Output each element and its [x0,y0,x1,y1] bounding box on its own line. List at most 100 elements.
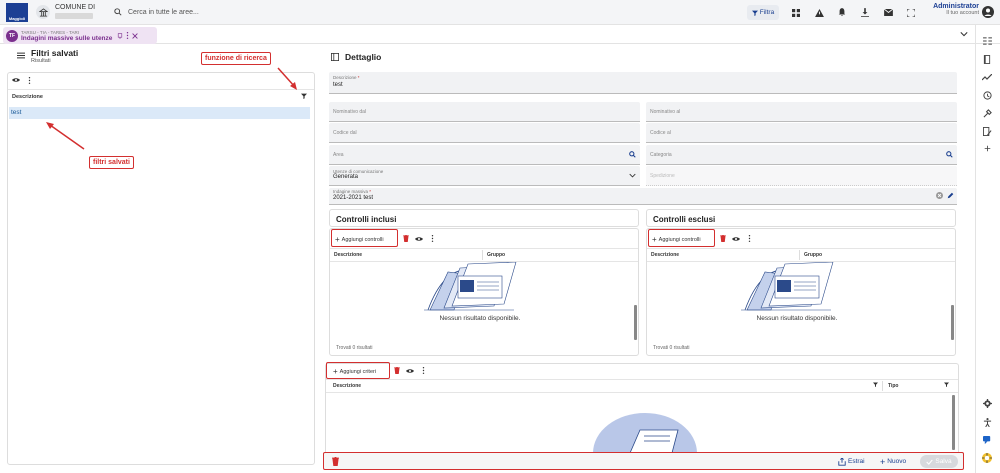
search-icon[interactable] [629,151,636,158]
column-header-gruppo[interactable]: Gruppo [804,252,822,258]
close-tab-icon[interactable] [132,32,139,39]
descrizione-label: Descrizione [333,75,357,80]
nuovo-button[interactable]: + Nuovo [880,455,906,468]
controlli-esclusi-title: Controlli esclusi [653,215,716,224]
eye-icon[interactable] [415,236,423,242]
nominativo-al-label: Nominativo al [650,109,681,115]
eye-icon[interactable] [406,368,414,374]
settings-list-icon[interactable] [980,35,994,47]
gear-icon[interactable] [980,397,994,409]
column-filter-icon[interactable] [301,93,307,99]
area-field[interactable]: Area [329,145,640,165]
filter-button[interactable]: Filtra [747,5,779,20]
add-icon[interactable] [980,142,994,154]
home-icon[interactable] [36,5,50,19]
user-name: Administrator [933,3,979,10]
categoria-label: Categoria [650,152,672,158]
check-icon [926,459,934,465]
codice-dal-field[interactable]: Codice dal [329,123,640,143]
divider [330,248,638,249]
trending-icon[interactable] [980,71,994,83]
spedizione-label: Spedizione [650,173,675,179]
global-search[interactable]: Cerca in tutte le aree... [110,4,740,20]
scrollbar[interactable] [951,305,954,340]
column-header-descrizione[interactable]: Descrizione [334,252,362,258]
column-header-descrizione[interactable]: Descrizione [333,383,361,389]
divider [326,392,958,393]
delete-icon[interactable] [720,235,726,242]
eye-icon[interactable] [732,236,740,242]
column-header-descrizione[interactable]: Descrizione [651,252,679,258]
delete-icon[interactable] [332,457,339,466]
chevron-down-icon[interactable] [960,31,968,37]
empty-message: Nessun risultato disponibile. [756,315,838,322]
edit-note-icon[interactable] [980,125,994,137]
download-icon[interactable] [857,5,873,20]
salva-button[interactable]: Salva [920,455,958,468]
column-header-gruppo[interactable]: Gruppo [487,252,505,258]
search-input[interactable]: Cerca in tutte le aree... [128,9,199,16]
results-count: Trovati 0 risultati [653,345,690,351]
scrollbar[interactable] [952,395,955,450]
descrizione-value: test [333,82,343,88]
aggiungi-criteri-button[interactable]: + Aggiungi criteri [333,367,376,376]
more-vert-icon[interactable] [422,367,425,374]
column-header-descrizione[interactable]: Descrizione [12,94,43,100]
scrollbar[interactable] [634,305,637,340]
estrai-button[interactable]: Estrai [838,455,865,468]
mail-icon[interactable] [880,5,896,20]
warning-icon[interactable] [811,5,827,20]
column-header-tipo[interactable]: Tipo [888,383,898,389]
bell-icon[interactable] [834,5,850,20]
codice-al-label: Codice al [650,130,671,136]
tools-icon[interactable] [980,107,994,119]
categoria-field[interactable]: Categoria [646,145,957,165]
org-subtitle-redacted [55,13,93,19]
chat-icon[interactable] [980,434,994,446]
aggiungi-controlli-label: Aggiungi controlli [341,236,384,243]
indagine-massiva-field[interactable]: Indagine massiva * 2021-2021 test [329,188,957,205]
table-row[interactable]: test [9,107,310,119]
help-icon[interactable] [980,452,994,464]
pin-icon[interactable] [117,32,123,39]
eye-icon[interactable] [12,77,20,83]
delete-icon[interactable] [394,367,400,374]
area-label: Area [333,152,344,158]
edit-icon[interactable] [947,192,954,199]
history-icon[interactable] [980,89,994,101]
more-vert-icon[interactable] [748,235,751,242]
account-icon[interactable] [982,6,994,18]
search-icon[interactable] [946,151,953,158]
nominativo-dal-field[interactable]: Nominativo dal [329,102,640,122]
controlli-esclusi-header: Controlli esclusi [646,209,956,227]
empty-message: Nessun risultato disponibile. [439,315,521,322]
descrizione-field[interactable]: Descrizione * test [329,72,957,94]
more-vert-icon[interactable] [28,77,31,84]
column-filter-icon[interactable] [944,382,949,387]
utenze-comunicazione-select[interactable]: Utenze di comunicazione Generata [329,166,640,186]
more-vert-icon[interactable] [431,235,434,242]
apps-grid-icon[interactable] [788,5,804,20]
org-name: COMUNE DI [55,4,96,11]
filter-icon [751,10,758,16]
list-icon[interactable] [17,52,25,59]
app-logo[interactable]: Maggioli [6,3,28,22]
accessibility-icon[interactable] [980,416,994,428]
tab-indagini-massive[interactable]: TF TARSU - TIA - TARES - TARI Indagini m… [3,27,157,44]
user-account[interactable]: Administrator Il tuo account [924,3,979,22]
delete-icon[interactable] [403,235,409,242]
aggiungi-controlli-inclusi-button[interactable]: + Aggiungi controlli [335,235,384,244]
tab-title: Indagini massive sulle utenze [21,34,113,42]
codice-al-field[interactable]: Codice al [646,123,957,143]
book-icon[interactable] [980,53,994,65]
nominativo-al-field[interactable]: Nominativo al [646,102,957,122]
annotation-funzione-di-ricerca: funzione di ricerca [201,52,271,65]
nuovo-label: Nuovo [887,458,907,465]
clear-icon[interactable] [936,192,943,199]
more-vert-icon[interactable] [126,32,129,39]
fullscreen-icon[interactable] [903,5,919,20]
aggiungi-controlli-esclusi-button[interactable]: + Aggiungi controlli [652,235,701,244]
controlli-inclusi-header: Controlli inclusi [329,209,639,227]
panel-icon [331,53,339,61]
column-filter-icon[interactable] [873,382,878,387]
